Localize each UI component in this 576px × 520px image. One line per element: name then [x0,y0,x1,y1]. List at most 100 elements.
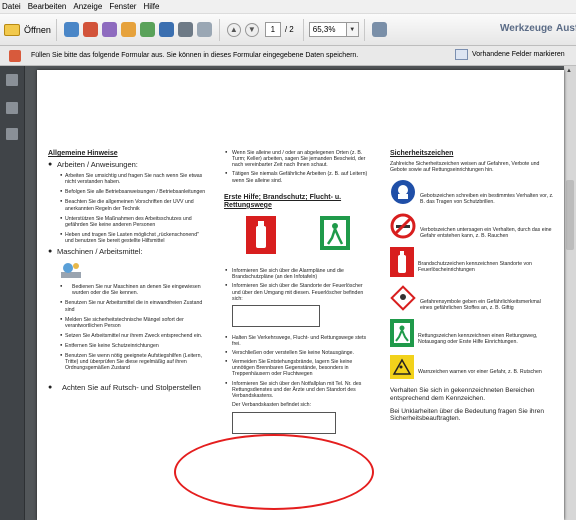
safety-signs-row [224,216,372,255]
page-number-input[interactable]: 1 [264,22,281,37]
heading-first-aid: Erste Hilfe; Brandschutz; Flucht- u. Ret… [224,193,342,209]
toolbar-separator [218,18,220,41]
sign-row: Warnzeichen warnen vor einer Gefahr, z. … [390,355,554,380]
attachments-icon[interactable] [6,102,18,114]
heading-safety-signs: Sicherheitszeichen [390,150,454,157]
navigation-panel [0,66,25,520]
form-info-text: Füllen Sie bitte das folgende Formular a… [31,52,359,59]
warning-sign-icon [390,355,414,380]
open-button[interactable]: Öffnen [4,23,51,36]
edit-icon[interactable] [101,22,117,37]
toolbar: Öffnen ▲ ▼ 1 / 2 65,3% ▼ [0,14,576,46]
sign-icon[interactable] [120,22,136,37]
toolbar-separator [363,18,365,41]
sign-row: Verbotszeichen untersagen ein Verhalten,… [390,213,554,239]
signs-intro: Zahlreiche Sicherheitszeichen weisen auf… [390,161,540,174]
open-label: Öffnen [24,24,51,35]
list-item: Heben und tragen Sie Lasten möglichst „r… [58,232,208,244]
create-pdf-icon[interactable] [63,22,79,37]
menu-hilfe[interactable]: Hilfe [143,2,159,11]
list-item: Beachten Sie die allgemeinen Vorschrifte… [58,199,208,211]
toolbar-separator [55,18,57,41]
tools-button[interactable]: Werkzeuge [500,23,553,34]
mail-icon[interactable] [196,22,212,37]
heading-general: Allgemeine Hinweise [48,150,118,157]
first-aid-kit-location-field[interactable] [232,412,336,434]
list-item: Informieren Sie sich über die Alarmpläne… [224,268,372,280]
sign-text: Rettungszeichen kennzeichnen einen Rettu… [418,333,538,346]
highlight-fields-icon [455,49,468,60]
sign-text: Warnzeichen warnen vor einer Gefahr, z. … [418,369,542,376]
page-total: / 2 [284,25,294,34]
fit-page-icon[interactable] [371,22,387,37]
column-first-aid: Wenn Sie alleine und / oder an abgelegen… [224,150,372,442]
previous-page-icon[interactable]: ▲ [226,22,241,37]
hazard-symbol-icon [390,285,416,311]
sign-row: Gebotszeichen schreiben ein bestimmtes V… [390,179,554,205]
highlight-fields-label: Vorhandene Felder markieren [472,51,565,58]
scroll-up-icon[interactable]: ▲ [566,68,574,76]
menu-anzeige[interactable]: Anzeige [73,2,102,11]
machine-text: Bedienen Sie nur Maschinen an denen Sie … [58,284,208,296]
column-general: Allgemeine Hinweise Arbeiten / Anweisung… [48,150,208,395]
mandatory-sign-icon [391,179,415,204]
highlight-fields-button[interactable]: Vorhandene Felder markieren [455,49,565,60]
column-safety-signs: Sicherheitszeichen Zahlreiche Sicherheit… [390,150,554,423]
bullet-work: Arbeiten / Anweisungen: [48,160,208,170]
list-item: Setzen Sie Arbeitsmittel nur ihrem Zweck… [58,333,208,339]
list-item: Benutzen Sie wenn nötig geeignete Aufsti… [58,353,208,371]
sign-text: Brandschutzzeichen kennzeichnen Standort… [418,261,532,274]
signs-outro-2: Bei Unklarheiten über die Bedeutung frag… [390,407,544,423]
zoom-dropdown-icon[interactable]: ▼ [346,22,359,37]
sign-text: Gefahrensymbole geben ein Gefährlichkeit… [420,299,541,312]
next-page-icon[interactable]: ▼ [244,22,259,37]
rescue-sign-icon [390,319,414,348]
sign-text: Gebotszeichen schreiben ein bestimmtes V… [420,192,554,205]
list-item: Tätigen Sie niemals Gefährliche Arbeiten… [224,171,372,183]
bullet-slip: Achten Sie auf Rutsch- und Stolperstelle… [48,383,208,393]
folder-icon [4,23,20,36]
bullet-machines: Maschinen / Arbeitsmittel: [48,247,208,257]
machine-icon [61,263,81,279]
page-thumbnails-icon[interactable] [6,74,18,86]
acrobat-icon[interactable] [82,22,98,37]
sign-row: Gefahrensymbole geben ein Gefährlichkeit… [390,285,554,311]
signatures-icon[interactable] [6,128,18,140]
prohibition-sign-icon [390,213,416,239]
menu-datei[interactable]: Datei [2,2,21,11]
list-item: Wenn Sie alleine und / oder an abgelegen… [224,150,372,168]
sign-row: Rettungszeichen kennzeichnen einen Rettu… [390,319,554,348]
form-info-icon [9,49,21,62]
vertical-scrollbar[interactable] [564,66,576,520]
list-item: Melden Sie sicherheitstechnische Mängel … [58,317,208,329]
menu-bearbeiten[interactable]: Bearbeiten [28,2,67,11]
sign-row: Brandschutzzeichen kennzeichnen Standort… [390,247,554,277]
print-icon[interactable] [177,22,193,37]
list-item: Informieren Sie sich über den Notfallpla… [224,381,372,399]
save-icon[interactable] [158,22,174,37]
list-item: Verschließen oder verstellen Sie keine N… [224,350,372,356]
list-item: Vermeiden Sie Entstehungsbrände, lagern … [224,359,372,377]
signs-outro-1: Verhalten Sie sich in gekennzeichneten B… [390,387,535,402]
share-icon[interactable] [139,22,155,37]
toolbar-separator [302,18,304,41]
list-item: Benutzen Sie nur Arbeitsmittel die in ei… [58,300,208,312]
fire-extinguisher-sign-icon [246,216,276,255]
fire-protection-sign-icon [390,247,414,277]
list-item: Entfernen Sie keine Schutzeinrichtungen [58,343,208,349]
highlight-circle-annotation [174,434,374,510]
list-item: Befolgen Sie alle Betriebsanweisungen / … [58,189,208,195]
list-item: Informieren Sie sich über die Standorte … [224,283,372,301]
menu-fenster[interactable]: Fenster [109,2,136,11]
first-aid-kit-label: Der Verbandskasten befindet sich: [232,401,312,408]
list-item: Unterstützen Sie Maßnahmen des Arbeitssc… [58,216,208,228]
extinguisher-location-field[interactable] [232,304,320,327]
scrollbar-thumb[interactable] [566,180,574,250]
list-item: Halten Sie Verkehrswege, Flucht- und Ret… [224,335,372,347]
sign-text: Verbotszeichen untersagen ein Verhalten,… [420,226,552,239]
fill-sign-button[interactable]: Ausf [556,23,576,34]
menu-bar: Datei Bearbeiten Anzeige Fenster Hilfe [0,0,576,14]
emergency-exit-sign-icon [320,216,350,251]
list-item: Arbeiten Sie umsichtig und fragen Sie na… [58,173,208,185]
zoom-input[interactable]: 65,3% [308,22,347,37]
